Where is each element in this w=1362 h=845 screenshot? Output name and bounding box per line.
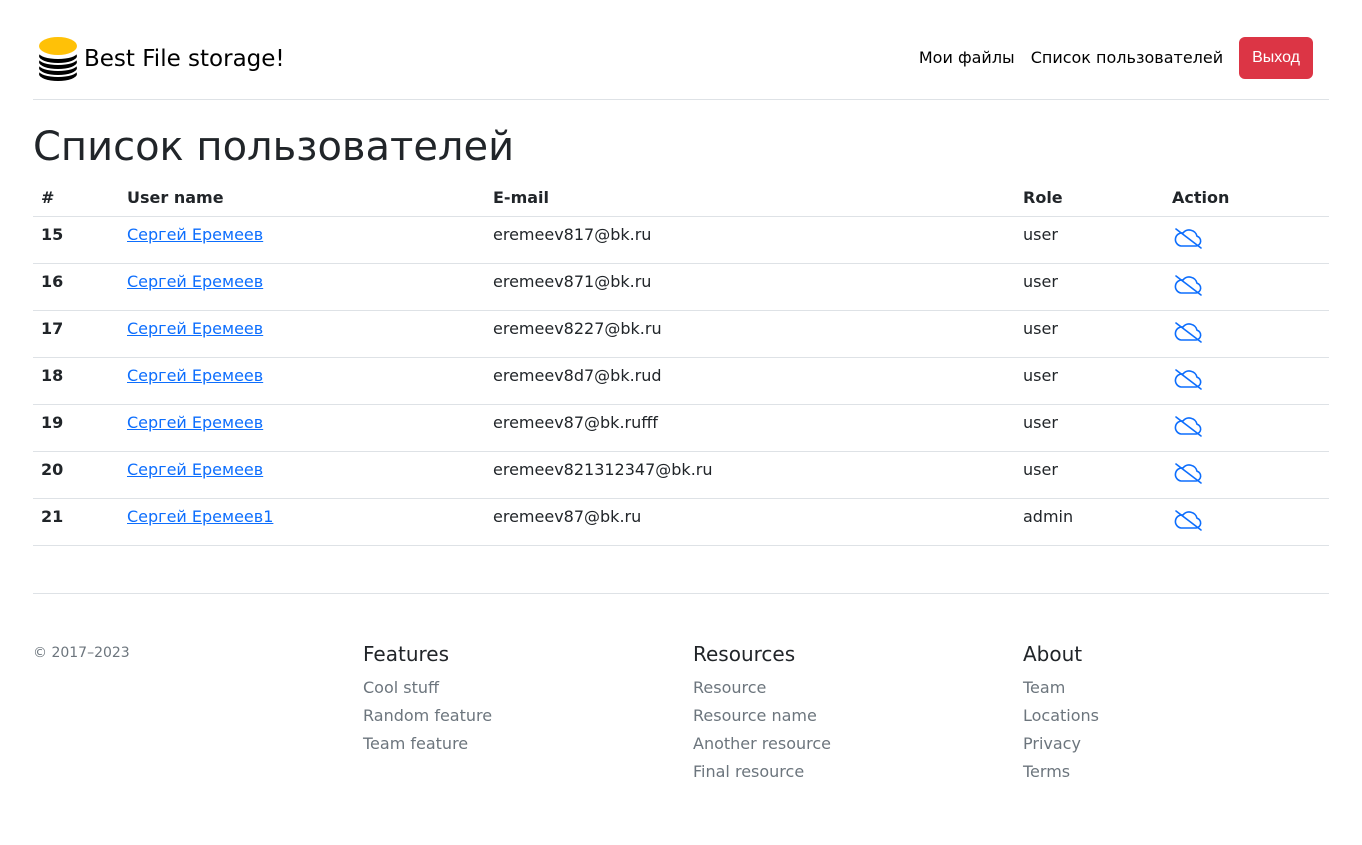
footer-col-resources: Resources Resource Resource name Another… — [693, 642, 831, 788]
database-icon — [39, 37, 77, 81]
user-email: eremeev87@bk.ru — [485, 498, 1015, 546]
table-row: 15 Сергей Еремеев eremeev817@bk.ru user — [33, 216, 1329, 264]
user-role: user — [1015, 263, 1164, 311]
footer-link[interactable]: Resource — [693, 676, 831, 704]
table-row: 21 Сергей Еремеев1 eremeev87@bk.ru admin — [33, 498, 1329, 546]
header-id: # — [33, 180, 119, 217]
user-name-link[interactable]: Сергей Еремеев — [127, 225, 263, 244]
user-role: user — [1015, 216, 1164, 264]
header-username: User name — [119, 180, 485, 217]
cloud-slash-icon[interactable] — [1172, 367, 1204, 391]
footer-col-about: About Team Locations Privacy Terms — [1023, 642, 1099, 788]
brand-title: Best File storage! — [84, 46, 285, 72]
table-row: 18 Сергей Еремеев eremeev8d7@bk.rud user — [33, 357, 1329, 405]
footer-heading: Features — [363, 642, 449, 666]
footer-link[interactable]: Team feature — [363, 732, 492, 760]
table-row: 19 Сергей Еремеев eremeev87@bk.rufff user — [33, 404, 1329, 452]
user-id: 19 — [33, 404, 119, 452]
footer-heading: Resources — [693, 642, 796, 666]
user-email: eremeev821312347@bk.ru — [485, 451, 1015, 499]
user-email: eremeev8d7@bk.rud — [485, 357, 1015, 405]
page-title: Список пользователей — [33, 124, 515, 170]
user-email: eremeev87@bk.rufff — [485, 404, 1015, 452]
user-name-link[interactable]: Сергей Еремеев — [127, 366, 263, 385]
logout-button[interactable]: Выход — [1239, 37, 1313, 79]
nav-users-list[interactable]: Список пользователей — [1031, 38, 1223, 78]
footer-link[interactable]: Privacy — [1023, 732, 1099, 760]
user-name-link[interactable]: Сергей Еремеев — [127, 460, 263, 479]
header-role: Role — [1015, 180, 1164, 217]
footer-link[interactable]: Random feature — [363, 704, 492, 732]
cloud-slash-icon[interactable] — [1172, 461, 1204, 485]
table-header-row: # User name E-mail Role Action — [33, 180, 1329, 217]
user-name-link[interactable]: Сергей Еремеев — [127, 413, 263, 432]
user-role: user — [1015, 310, 1164, 358]
footer-link[interactable]: Terms — [1023, 760, 1099, 788]
cloud-slash-icon[interactable] — [1172, 508, 1204, 532]
nav-my-files[interactable]: Мои файлы — [919, 38, 1015, 78]
copyright: © 2017–2023 — [33, 645, 130, 661]
header-email: E-mail — [485, 180, 1015, 217]
user-id: 18 — [33, 357, 119, 405]
footer-heading: About — [1023, 642, 1083, 666]
footer-link[interactable]: Final resource — [693, 760, 831, 788]
footer-link[interactable]: Resource name — [693, 704, 831, 732]
user-id: 16 — [33, 263, 119, 311]
header-action: Action — [1164, 180, 1329, 217]
user-name-link[interactable]: Сергей Еремеев — [127, 319, 263, 338]
footer-link[interactable]: Another resource — [693, 732, 831, 760]
user-role: user — [1015, 451, 1164, 499]
table-row: 20 Сергей Еремеев eremeev821312347@bk.ru us… — [33, 451, 1329, 499]
user-role: admin — [1015, 498, 1164, 546]
table-row: 17 Сергей Еремеев eremeev8227@bk.ru user — [33, 310, 1329, 358]
top-nav: Мои файлы Список пользователей Выход — [919, 37, 1313, 79]
cloud-slash-icon[interactable] — [1172, 226, 1204, 250]
cloud-slash-icon[interactable] — [1172, 273, 1204, 297]
user-name-link[interactable]: Сергей Еремеев1 — [127, 507, 273, 526]
users-table: # User name E-mail Role Action 15 Сергей … — [33, 180, 1329, 546]
footer-link[interactable]: Locations — [1023, 704, 1099, 732]
cloud-slash-icon[interactable] — [1172, 320, 1204, 344]
user-role: user — [1015, 404, 1164, 452]
user-id: 21 — [33, 498, 119, 546]
table-row: 16 Сергей Еремеев eremeev871@bk.ru user — [33, 263, 1329, 311]
user-email: eremeev871@bk.ru — [485, 263, 1015, 311]
user-email: eremeev8227@bk.ru — [485, 310, 1015, 358]
user-id: 15 — [33, 216, 119, 264]
footer-col-features: Features Cool stuff Random feature Team … — [363, 642, 492, 760]
user-role: user — [1015, 357, 1164, 405]
header: Best File storage! Мои файлы Список поль… — [33, 0, 1329, 100]
footer: © 2017–2023 Features Cool stuff Random f… — [33, 593, 1329, 781]
cloud-slash-icon[interactable] — [1172, 414, 1204, 438]
user-name-link[interactable]: Сергей Еремеев — [127, 272, 263, 291]
user-id: 17 — [33, 310, 119, 358]
footer-link[interactable]: Cool stuff — [363, 676, 492, 704]
brand-link[interactable]: Best File storage! — [38, 34, 285, 84]
user-email: eremeev817@bk.ru — [485, 216, 1015, 264]
user-id: 20 — [33, 451, 119, 499]
footer-link[interactable]: Team — [1023, 676, 1099, 704]
